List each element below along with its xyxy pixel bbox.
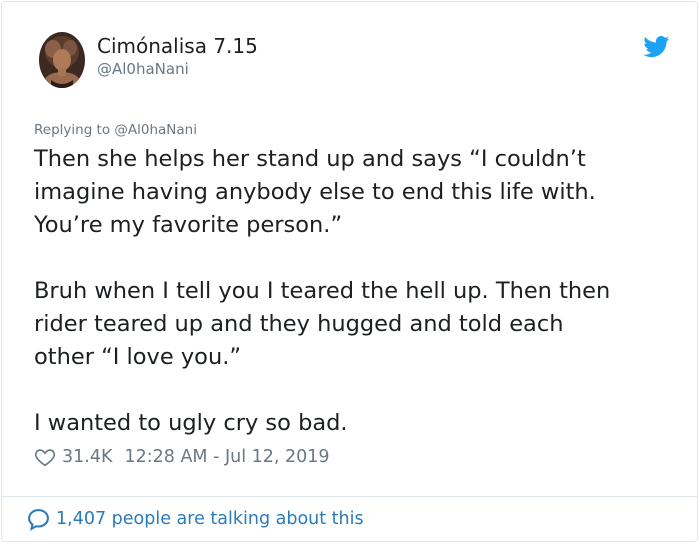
like-count[interactable]: 31.4K — [62, 444, 112, 470]
heart-outline-icon[interactable] — [34, 446, 56, 468]
tweet-text: Then she helps her stand up and says “I … — [34, 143, 674, 440]
author-handle[interactable]: @Al0haNani — [97, 60, 189, 78]
replying-to-line: Replying to @Al0haNani — [34, 122, 197, 139]
tweet-paragraph: Bruh when I tell you I teared the hell u… — [34, 278, 611, 370]
tweet-card: Cimónalisa 7.15 @Al0haNani Replying to @… — [1, 1, 698, 542]
replying-to-mention-link[interactable]: @Al0haNani — [114, 122, 197, 138]
avatar[interactable] — [39, 32, 85, 88]
tweet-paragraph: Then she helps her stand up and says “I … — [34, 146, 596, 238]
tweet-meta: 31.4K 12:28 AM - Jul 12, 2019 — [34, 444, 330, 470]
tweet-timestamp[interactable]: 12:28 AM - Jul 12, 2019 — [124, 444, 329, 470]
conversation-link-label: 1,407 people are talking about this — [56, 509, 364, 529]
conversation-link[interactable]: 1,407 people are talking about this — [26, 506, 364, 532]
footer-divider — [2, 496, 697, 497]
twitter-bird-icon[interactable] — [643, 36, 670, 58]
replying-prefix: Replying to — [34, 122, 111, 138]
tweet-paragraph: I wanted to ugly cry so bad. — [34, 410, 348, 436]
author-display-name[interactable]: Cimónalisa 7.15 — [97, 34, 258, 58]
speech-bubble-icon — [26, 507, 51, 532]
profile-photo — [39, 32, 85, 88]
